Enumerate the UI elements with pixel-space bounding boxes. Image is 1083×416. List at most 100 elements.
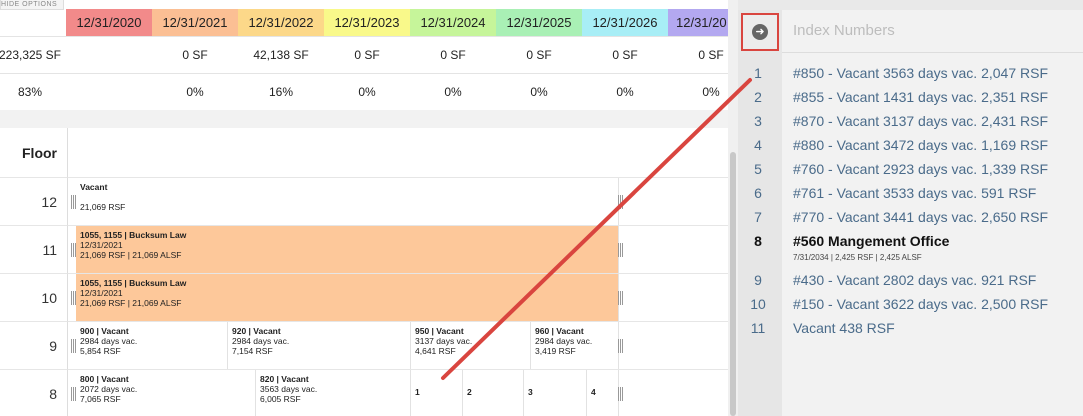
suite-index-marker[interactable]: 1 <box>411 370 463 416</box>
sf-value: 223,325 SF <box>0 48 62 62</box>
suite-detail: 12/31/2021 <box>80 288 123 298</box>
index-number: 1 <box>754 65 762 81</box>
stacking-plan: HIDE OPTIONS 12/31/2020 12/31/2021 12/31… <box>0 0 728 416</box>
sf-value: 42,138 SF <box>253 48 309 62</box>
suite-index-marker[interactable]: 2 <box>463 370 524 416</box>
index-number: 6 <box>754 185 762 201</box>
index-number: 7 <box>754 209 762 225</box>
suite-detail: 2984 days vac. <box>80 336 138 346</box>
year-2027-header[interactable]: 12/31/20 <box>668 9 728 36</box>
suite-detail: 12/31/2021 <box>80 240 123 250</box>
index-item-selected[interactable]: #560 Mangement Office <box>793 233 949 249</box>
suite-title: 2 <box>467 387 472 397</box>
expiration-year-header: 12/31/2020 12/31/2021 12/31/2022 12/31/2… <box>0 9 728 36</box>
index-item-link[interactable]: #880 - Vacant 3472 days vac. 1,169 RSF <box>793 137 1048 153</box>
index-number: 4 <box>754 137 762 153</box>
index-item-link[interactable]: #430 - Vacant 2802 days vac. 921 RSF <box>793 272 1036 288</box>
year-2026-header[interactable]: 12/31/2026 <box>582 9 668 36</box>
index-item-link[interactable]: #870 - Vacant 3137 days vac. 2,431 RSF <box>793 113 1048 129</box>
resize-handle[interactable] <box>71 291 76 305</box>
suite-detail: 3,419 RSF <box>535 346 576 356</box>
percent-value: 0% <box>616 85 634 99</box>
index-number: 5 <box>754 161 762 177</box>
index-numbers-panel: ➜ Index Numbers 1 #850 - Vacant 3563 day… <box>738 0 1083 416</box>
suite-title: 950 | Vacant <box>415 326 464 336</box>
percent-value: 0% <box>444 85 462 99</box>
suite-detail: 2072 days vac. <box>80 384 138 394</box>
resize-handle[interactable] <box>618 387 623 401</box>
index-number: 10 <box>750 296 766 312</box>
collapse-panel-button[interactable]: ➜ <box>741 13 779 51</box>
suite-block[interactable]: 820 | Vacant 3563 days vac. 6,005 RSF <box>256 370 411 416</box>
suite-block[interactable]: 950 | Vacant 3137 days vac. 4,641 RSF <box>411 322 531 369</box>
suite-title: 1 <box>415 387 420 397</box>
suite-block[interactable]: 960 | Vacant 2984 days vac. 3,419 RSF <box>531 322 619 369</box>
arrow-right-circle-icon: ➜ <box>752 24 768 40</box>
year-2025-header[interactable]: 12/31/2025 <box>496 9 582 36</box>
suite-title: 900 | Vacant <box>80 326 129 336</box>
sf-value: 0 SF <box>354 48 380 62</box>
index-number-selected: 8 <box>754 233 762 249</box>
year-2020-header[interactable]: 12/31/2020 <box>66 9 152 36</box>
section-divider <box>0 110 728 128</box>
percent-value: 0% <box>358 85 376 99</box>
suite-block-lease[interactable]: 1055, 1155 | Bucksum Law 12/31/2021 21,0… <box>76 226 619 273</box>
index-item-link[interactable]: #850 - Vacant 3563 days vac. 2,047 RSF <box>793 65 1048 81</box>
suite-title: 800 | Vacant <box>80 374 129 384</box>
suite-detail: 21,069 RSF | 21,069 ALSF <box>80 250 182 260</box>
suite-block-lease[interactable]: 1055, 1155 | Bucksum Law 12/31/2021 21,0… <box>76 274 619 321</box>
suite-title: 920 | Vacant <box>232 326 281 336</box>
suite-title: 820 | Vacant <box>260 374 309 384</box>
resize-handle[interactable] <box>618 339 623 353</box>
floor-number: 10 <box>0 273 68 321</box>
percent-summary-row: 83% 0% 16% 0% 0% 0% 0% 0% <box>0 74 728 110</box>
index-item-link[interactable]: #770 - Vacant 3441 days vac. 2,650 RSF <box>793 209 1048 225</box>
floor-number: 8 <box>0 369 68 416</box>
year-2024-header[interactable]: 12/31/2024 <box>410 9 496 36</box>
index-item-link[interactable]: #761 - Vacant 3533 days vac. 591 RSF <box>793 185 1036 201</box>
year-2023-header[interactable]: 12/31/2023 <box>324 9 410 36</box>
index-number: 11 <box>750 320 766 336</box>
suite-block[interactable]: Vacant 21,069 RSF <box>76 178 619 225</box>
scrollbar-thumb[interactable] <box>730 152 736 416</box>
suite-detail: 2984 days vac. <box>535 336 593 346</box>
resize-handle[interactable] <box>618 243 623 257</box>
sf-value: 0 SF <box>698 48 724 62</box>
suite-title: Vacant <box>80 182 108 192</box>
sf-value: 0 SF <box>526 48 552 62</box>
suite-detail: 21,069 RSF <box>80 202 126 212</box>
index-number: 3 <box>754 113 762 129</box>
suite-detail: 21,069 RSF | 21,069 ALSF <box>80 298 182 308</box>
floor-number: 9 <box>0 321 68 369</box>
year-2022-header[interactable]: 12/31/2022 <box>238 9 324 36</box>
resize-handle[interactable] <box>71 243 76 257</box>
panel-title: Index Numbers <box>793 22 895 39</box>
index-item-link[interactable]: #150 - Vacant 3622 days vac. 2,500 RSF <box>793 296 1048 312</box>
sf-value: 0 SF <box>612 48 638 62</box>
index-item-link[interactable]: Vacant 438 RSF <box>793 320 895 336</box>
resize-handle[interactable] <box>618 291 623 305</box>
suite-block[interactable]: 900 | Vacant 2984 days vac. 5,854 RSF <box>76 322 228 369</box>
suite-detail: 6,005 RSF <box>260 394 301 404</box>
floor-number: 11 <box>0 225 68 273</box>
suite-detail: 3137 days vac. <box>415 336 473 346</box>
year-2021-header[interactable]: 12/31/2021 <box>152 9 238 36</box>
resize-handle[interactable] <box>71 195 76 209</box>
index-item-link[interactable]: #760 - Vacant 2923 days vac. 1,339 RSF <box>793 161 1048 177</box>
suite-block[interactable]: 920 | Vacant 2984 days vac. 7,154 RSF <box>228 322 411 369</box>
sf-value: 0 SF <box>182 48 208 62</box>
suite-detail: 3563 days vac. <box>260 384 318 394</box>
percent-value: 0% <box>530 85 548 99</box>
suite-title: 960 | Vacant <box>535 326 584 336</box>
resize-handle[interactable] <box>71 387 76 401</box>
resize-handle[interactable] <box>618 195 623 209</box>
percent-value: 16% <box>268 85 294 99</box>
index-number: 9 <box>754 272 762 288</box>
resize-handle[interactable] <box>71 339 76 353</box>
percent-value: 0% <box>702 85 720 99</box>
index-item-link[interactable]: #855 - Vacant 1431 days vac. 2,351 RSF <box>793 89 1048 105</box>
suite-block[interactable]: 800 | Vacant 2072 days vac. 7,065 RSF <box>76 370 256 416</box>
suite-index-marker[interactable]: 3 <box>524 370 587 416</box>
suite-detail: 7,065 RSF <box>80 394 121 404</box>
suite-index-marker[interactable]: 4 <box>587 370 619 416</box>
